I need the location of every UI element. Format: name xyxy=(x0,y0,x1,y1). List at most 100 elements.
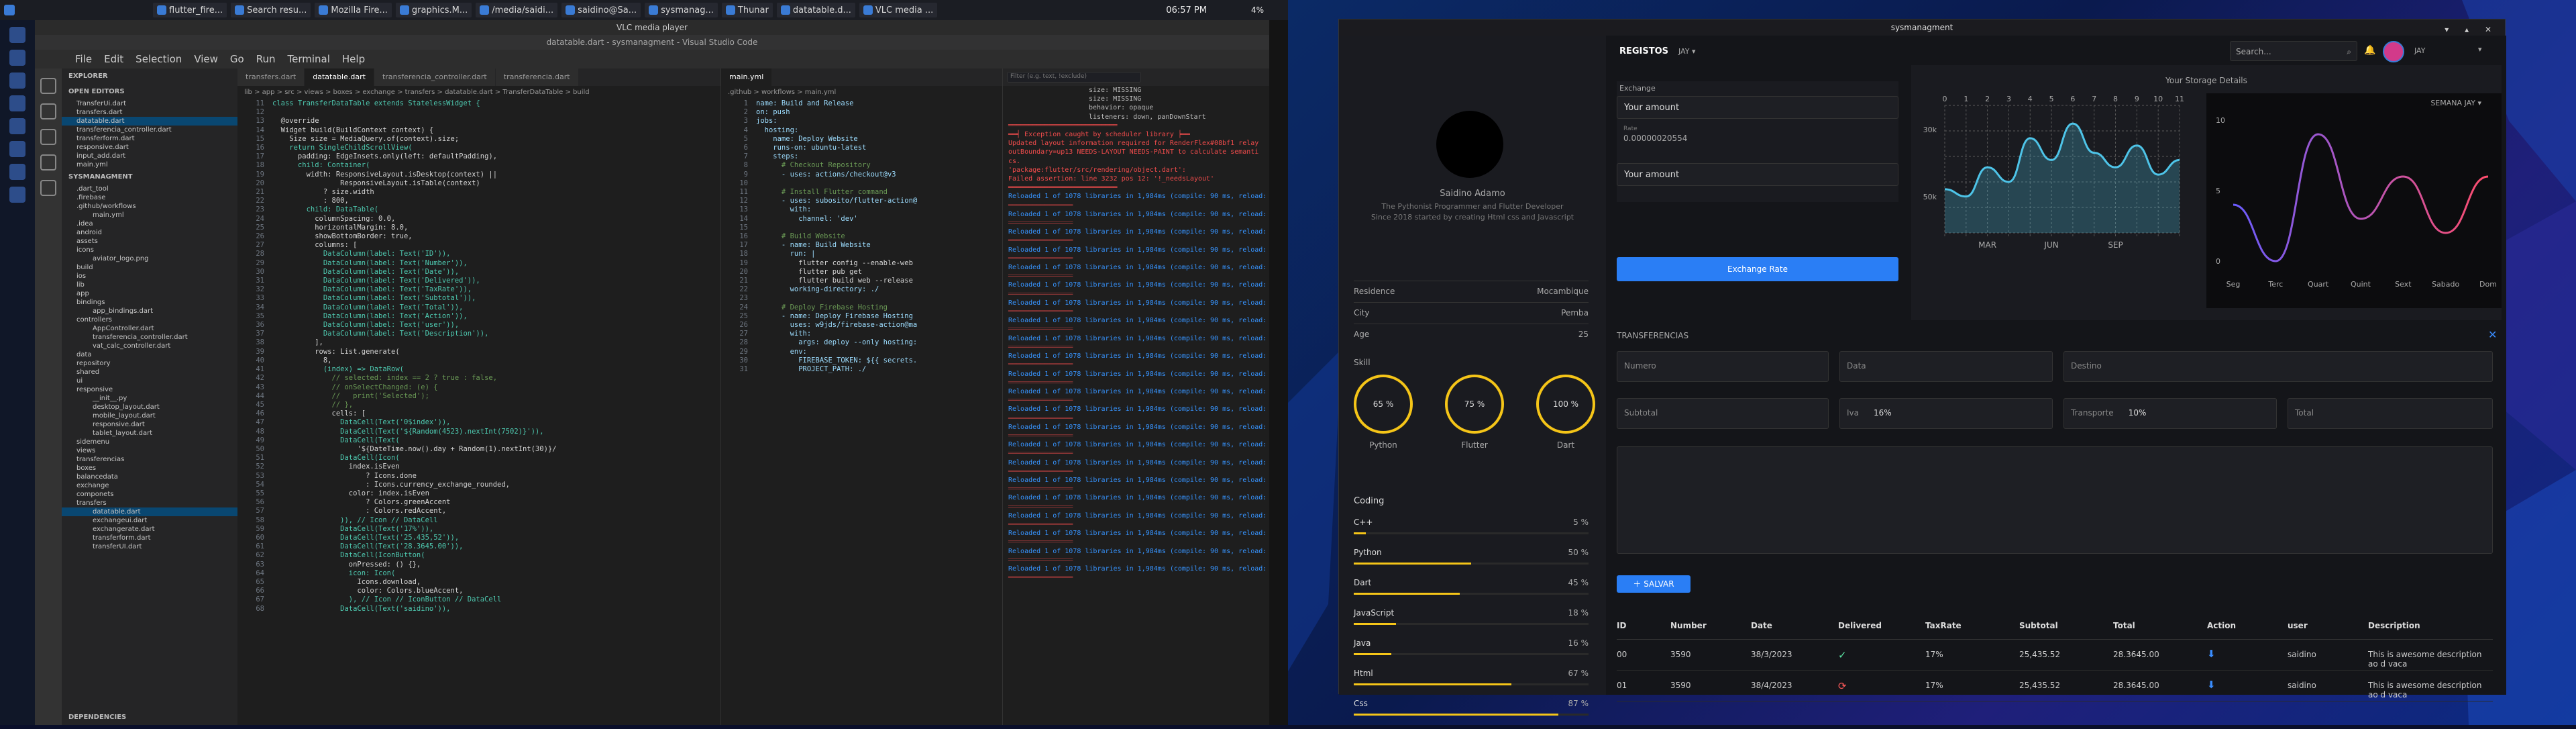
dock-app-icon[interactable] xyxy=(9,118,25,134)
chevron-down-icon[interactable]: ▾ xyxy=(2478,45,2482,54)
user-avatar[interactable] xyxy=(2383,41,2404,62)
editor-tab[interactable]: transferencia_controller.dart xyxy=(374,68,496,86)
data-field[interactable]: Data xyxy=(1839,351,2053,382)
search-input[interactable]: Search...⌕ xyxy=(2230,41,2357,61)
editor-tab[interactable]: datatable.dart xyxy=(305,68,374,86)
tree-item[interactable]: .dart_tool xyxy=(62,185,237,193)
tree-item[interactable]: controllers xyxy=(62,315,237,324)
description-area[interactable] xyxy=(1617,446,2493,554)
transporte-field[interactable]: Transporte10% xyxy=(2063,398,2277,429)
menu-item[interactable]: Selection xyxy=(136,53,182,65)
menu-item[interactable]: File xyxy=(75,53,92,65)
menu-item[interactable]: Go xyxy=(230,53,244,65)
menu-item[interactable]: View xyxy=(194,53,218,65)
project-header[interactable]: SYSMANAGMENT xyxy=(62,169,237,185)
yaml-code-view[interactable]: 1name: Build and Release2on: push3jobs:4… xyxy=(721,99,1002,374)
tree-item[interactable]: .idea xyxy=(62,220,237,228)
task-button[interactable]: datatable.d... xyxy=(777,3,855,17)
tree-item[interactable]: sidemenu xyxy=(62,438,237,446)
source-control-icon[interactable] xyxy=(40,129,56,145)
menu-item[interactable]: Terminal xyxy=(288,53,330,65)
tree-item[interactable]: .github/workflows xyxy=(62,202,237,211)
tree-item[interactable]: responsive.dart xyxy=(62,420,237,429)
total-field[interactable]: Total xyxy=(2288,398,2493,429)
open-editor-item[interactable]: main.yml xyxy=(62,160,237,169)
tree-item[interactable]: ios xyxy=(62,272,237,281)
tree-item[interactable]: transfers xyxy=(62,499,237,507)
app-menu-icon[interactable] xyxy=(4,5,15,15)
tree-item[interactable]: datatable.dart xyxy=(62,507,237,516)
task-button[interactable]: Thunar xyxy=(722,3,773,17)
extensions-icon[interactable] xyxy=(40,180,56,196)
download-icon[interactable]: ⬇ xyxy=(2207,679,2216,691)
dependencies-header[interactable]: DEPENDENCIES xyxy=(62,710,133,725)
download-icon[interactable]: ⬇ xyxy=(2207,648,2216,660)
task-button[interactable]: /media/saidi... xyxy=(476,3,557,17)
tree-item[interactable]: aviator_logo.png xyxy=(62,254,237,263)
menu-item[interactable]: Run xyxy=(256,53,276,65)
tree-item[interactable]: responsive xyxy=(62,385,237,394)
tree-item[interactable]: icons xyxy=(62,246,237,254)
tree-item[interactable]: lib xyxy=(62,281,237,289)
tree-item[interactable]: assets xyxy=(62,237,237,246)
menu-item[interactable]: Edit xyxy=(104,53,123,65)
search-icon[interactable] xyxy=(40,103,56,119)
tree-item[interactable]: tablet_layout.dart xyxy=(62,429,237,438)
editor-tab[interactable]: transfers.dart xyxy=(237,68,305,86)
dock-app-icon[interactable] xyxy=(9,27,25,43)
tree-item[interactable]: exchangeui.dart xyxy=(62,516,237,525)
subtotal-field[interactable]: Subtotal xyxy=(1617,398,1829,429)
task-button[interactable]: saidino@Sa... xyxy=(561,3,641,17)
tree-item[interactable]: shared xyxy=(62,368,237,377)
tab-main-yml[interactable]: main.yml xyxy=(721,68,772,86)
tree-item[interactable]: main.yml xyxy=(62,211,237,220)
task-button[interactable]: flutter_fire... xyxy=(153,3,227,17)
task-button[interactable]: sysmanag... xyxy=(645,3,718,17)
open-editors-header[interactable]: OPEN EDITORS xyxy=(62,84,237,99)
dock-app-icon[interactable] xyxy=(9,187,25,203)
dock-app-icon[interactable] xyxy=(9,164,25,180)
tree-item[interactable]: vat_calc_controller.dart xyxy=(62,342,237,350)
table-row[interactable]: 00359038/3/2023✓17%25,435.5228.3645.00⬇s… xyxy=(1617,640,2493,671)
tree-item[interactable]: exchangerate.dart xyxy=(62,525,237,534)
iva-field[interactable]: Iva16% xyxy=(1839,398,2053,429)
task-button[interactable]: Mozilla Fire... xyxy=(315,3,392,17)
open-editor-item[interactable]: transfers.dart xyxy=(62,108,237,117)
tree-item[interactable]: app xyxy=(62,289,237,298)
tree-item[interactable]: android xyxy=(62,228,237,237)
tree-item[interactable]: views xyxy=(62,446,237,455)
editor-tab[interactable]: transferencia.dart xyxy=(496,68,579,86)
open-editor-item[interactable]: datatable.dart xyxy=(62,117,237,126)
task-button[interactable]: VLC media ... xyxy=(859,3,937,17)
amount-input-1[interactable]: Your amount xyxy=(1617,96,1898,119)
filter-input[interactable]: Filter (e.g. text, !exclude) xyxy=(1007,72,1141,83)
open-editor-item[interactable]: transferform.dart xyxy=(62,134,237,143)
save-button[interactable]: ＋ SALVAR xyxy=(1617,575,1690,593)
search-icon[interactable]: ⌕ xyxy=(2347,47,2351,57)
tree-item[interactable]: exchange xyxy=(62,481,237,490)
table-row[interactable]: 01359038/4/2023⟳17%25,435.5228.3645.00⬇s… xyxy=(1617,671,2493,701)
dock-app-icon[interactable] xyxy=(9,95,25,111)
dock-app-icon[interactable] xyxy=(9,50,25,66)
tree-item[interactable]: transferencia_controller.dart xyxy=(62,333,237,342)
tree-item[interactable]: data xyxy=(62,350,237,359)
open-editor-item[interactable]: responsive.dart xyxy=(62,143,237,152)
tree-item[interactable]: build xyxy=(62,263,237,272)
tree-item[interactable]: balancedata xyxy=(62,473,237,481)
tree-item[interactable]: repository xyxy=(62,359,237,368)
numero-field[interactable]: Numero xyxy=(1617,351,1829,382)
dock-app-icon[interactable] xyxy=(9,141,25,157)
tree-item[interactable]: .firebase xyxy=(62,193,237,202)
debug-icon[interactable] xyxy=(40,154,56,171)
user-name[interactable]: JAY xyxy=(2414,46,2425,55)
tree-item[interactable]: ui xyxy=(62,377,237,385)
code-view[interactable]: 11class TransferDataTable extends Statel… xyxy=(237,99,720,614)
tree-item[interactable]: boxes xyxy=(62,464,237,473)
open-editor-item[interactable]: input_add.dart xyxy=(62,152,237,160)
close-icon[interactable]: ✕ xyxy=(2488,328,2497,341)
menu-item[interactable]: Help xyxy=(342,53,365,65)
amount-input-2[interactable]: Your amount xyxy=(1617,163,1898,186)
open-editor-item[interactable]: transferencia_controller.dart xyxy=(62,126,237,134)
open-editor-item[interactable]: TransferUi.dart xyxy=(62,99,237,108)
tree-item[interactable]: transferUI.dart xyxy=(62,542,237,551)
